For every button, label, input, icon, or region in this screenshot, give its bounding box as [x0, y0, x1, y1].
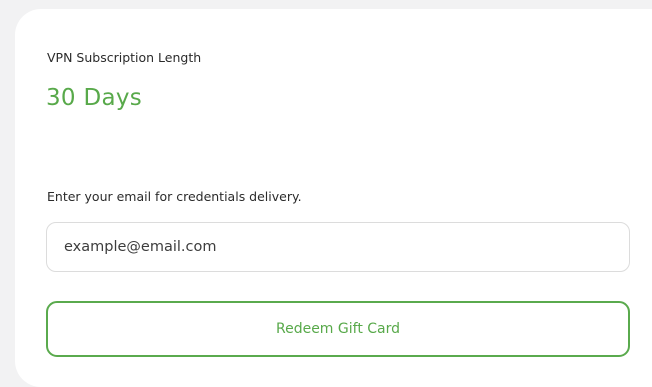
email-input[interactable] [46, 222, 630, 272]
redeem-card: VPN Subscription Length 30 Days Enter yo… [15, 9, 652, 387]
email-field-label: Enter your email for credentials deliver… [47, 189, 302, 204]
redeem-gift-card-button[interactable]: Redeem Gift Card [46, 301, 630, 357]
subscription-length-value: 30 Days [46, 85, 143, 111]
subscription-length-label: VPN Subscription Length [47, 50, 202, 65]
